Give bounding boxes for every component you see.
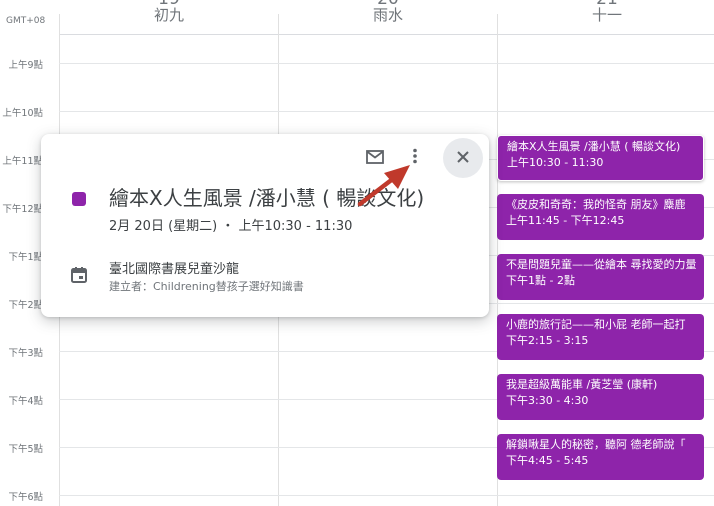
day-header-3[interactable]: 21 十一 [498, 0, 714, 24]
lunar-date: 雨水 [372, 6, 403, 24]
hour-label: 下午4點 [8, 396, 43, 407]
event-color-swatch [72, 192, 86, 206]
event-time: 上午10:30 - 11:30 [507, 156, 604, 169]
hour-label: 下午2點 [8, 300, 43, 311]
hour-line [59, 495, 714, 496]
event-card[interactable]: 解鎖啾星人的秘密，聽阿 德老師說「 下午4:45 - 5:45 [497, 434, 704, 480]
timezone-label: GMT+08 [6, 16, 46, 26]
hour-label: 上午10點 [2, 108, 43, 119]
event-card[interactable]: 繪本X人生風景 /潘小慧 ( 暢談文化) 上午10:30 - 11:30 [497, 135, 704, 181]
hour-label: 下午5點 [8, 444, 43, 455]
hour-label: 下午1點 [8, 252, 43, 263]
event-title: 解鎖啾星人的秘密，聽阿 德老師說「 [506, 438, 686, 451]
event-title: 《皮皮和奇奇：我的怪奇 朋友》麋鹿 [506, 198, 686, 211]
event-time: 下午3:30 - 4:30 [506, 394, 589, 407]
close-icon [456, 149, 470, 168]
hour-label: 下午6點 [8, 492, 43, 503]
event-time: 下午1點 - 2點 [506, 274, 575, 287]
event-time: 上午11:45 - 下午12:45 [506, 214, 625, 227]
day-header-1[interactable]: 19 初九 [60, 0, 278, 24]
header-divider [59, 34, 714, 35]
event-card[interactable]: 小鹿的旅行記——和小屁 老師一起打 下午2:15 - 3:15 [497, 314, 704, 360]
hour-label: 下午3點 [8, 348, 43, 359]
hour-label: 上午11點 [2, 156, 43, 167]
event-creator: 建立者：Childrening替孩子選好知識書 [109, 280, 304, 293]
hour-line [59, 111, 714, 112]
calendar-icon [70, 266, 88, 288]
lunar-date: 初九 [153, 6, 184, 24]
event-card[interactable]: 《皮皮和奇奇：我的怪奇 朋友》麋鹿 上午11:45 - 下午12:45 [497, 194, 704, 240]
day-header-2[interactable]: 20 雨水 [279, 0, 497, 24]
popup-event-datetime: 2月 20日 (星期二) ・ 上午10:30 - 11:30 [109, 219, 353, 234]
event-title: 小鹿的旅行記——和小屁 老師一起打 [506, 318, 686, 331]
lunar-date: 十一 [591, 6, 622, 24]
event-title: 我是超級萬能車 /黃芝瑩 (康軒) [506, 378, 658, 391]
hour-label: 下午12點 [2, 204, 43, 215]
event-detail-popup: 繪本X人生風景 /潘小慧 ( 暢談文化) 2月 20日 (星期二) ・ 上午10… [41, 134, 489, 317]
close-button[interactable] [443, 138, 483, 178]
event-title: 繪本X人生風景 /潘小慧 ( 暢談文化) [507, 140, 681, 153]
event-title: 不是問題兒童——從繪本 尋找愛的力量 [506, 258, 697, 271]
event-time: 下午4:45 - 5:45 [506, 454, 589, 467]
hour-line [59, 63, 714, 64]
event-card[interactable]: 不是問題兒童——從繪本 尋找愛的力量 下午1點 - 2點 [497, 254, 704, 300]
annotation-arrow-icon [357, 165, 410, 207]
calendar-name: 臺北國際書展兒童沙龍 [109, 262, 240, 277]
event-time: 下午2:15 - 3:15 [506, 334, 589, 347]
event-card[interactable]: 我是超級萬能車 /黃芝瑩 (康軒) 下午3:30 - 4:30 [497, 374, 704, 420]
hour-label: 上午9點 [8, 60, 43, 71]
